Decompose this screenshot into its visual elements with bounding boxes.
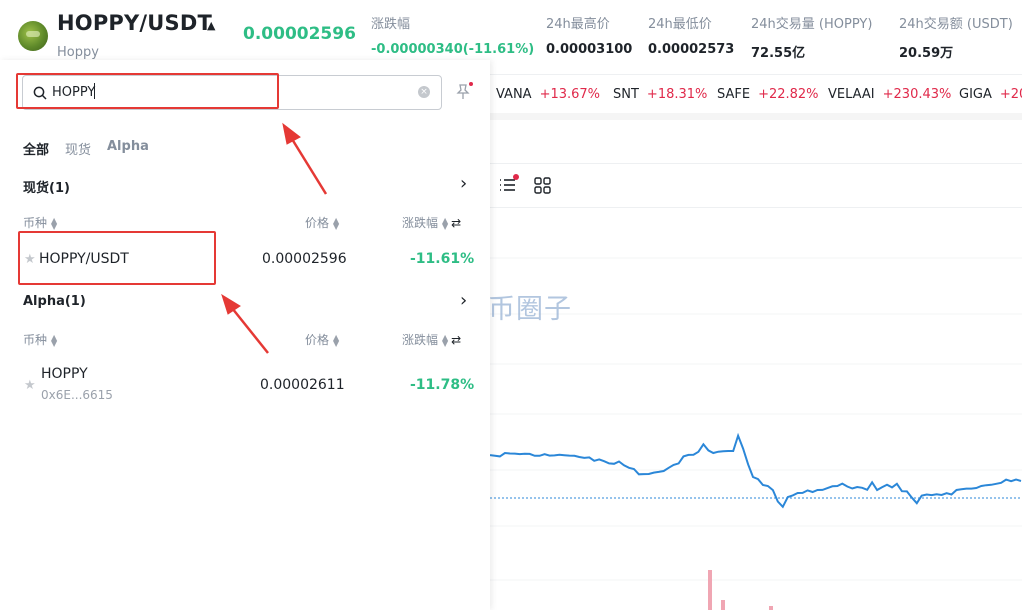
- pin-icon[interactable]: [456, 84, 470, 104]
- column-header-change[interactable]: 涨跌幅 ▲ ▼ ⇄: [402, 331, 461, 348]
- last-price: 0.00002596: [243, 24, 356, 44]
- ticker-item-vana[interactable]: VANA +13.67%: [496, 87, 600, 102]
- tab-all[interactable]: 全部: [23, 139, 49, 158]
- sort-icon: ▲ ▼: [442, 332, 449, 348]
- column-header-price[interactable]: 价格 ▲ ▼: [305, 214, 339, 231]
- ticker-symbol: SNT: [613, 87, 639, 102]
- ticker-symbol: GIGA: [959, 87, 992, 102]
- stat-label-turnover: 24h交易额 (USDT): [899, 17, 1013, 32]
- notification-dot: [513, 174, 519, 180]
- price-series-line: [490, 432, 1022, 509]
- ticker-change: +22.82%: [758, 87, 819, 102]
- column-header-change-label: 涨跌幅: [402, 333, 439, 347]
- row-change: -11.78%: [410, 377, 475, 393]
- alpha-expand-chevron-icon[interactable]: ›: [460, 290, 467, 311]
- column-header-coin-label: 币种: [23, 216, 48, 230]
- swap-icon[interactable]: ⇄: [451, 333, 461, 347]
- coin-name: Hoppy: [57, 45, 99, 60]
- watermark-text: 币圈子: [488, 294, 572, 325]
- notification-dot: [469, 82, 473, 86]
- stat-value-high: 0.00003100: [546, 42, 633, 57]
- divider: [490, 163, 1022, 164]
- ticker-symbol: VELAAI: [828, 87, 875, 102]
- ticker-item-giga[interactable]: GIGA +20: [959, 87, 1022, 102]
- annotation-highlight-box: [16, 73, 279, 109]
- volume-bar: [721, 600, 725, 610]
- pair-dropdown-caret-icon[interactable]: ▲: [207, 19, 215, 32]
- divider: [490, 74, 1022, 75]
- stat-label-change: 涨跌幅: [371, 17, 411, 32]
- stat-label-volume: 24h交易量 (HOPPY): [751, 17, 873, 32]
- tab-spot[interactable]: 现货: [65, 139, 91, 158]
- volume-bar: [769, 606, 773, 610]
- volume-bar: [708, 570, 712, 610]
- row-price: 0.00002611: [260, 377, 345, 393]
- price-line-chart[interactable]: [490, 208, 1022, 610]
- ticker-item-safe[interactable]: SAFE +22.82%: [717, 87, 819, 102]
- alpha-section-title: Alpha(1): [23, 294, 86, 309]
- coin-avatar: [18, 21, 48, 51]
- ticker-symbol: SAFE: [717, 87, 751, 102]
- stat-label-high: 24h最高价: [546, 17, 610, 32]
- ticker-item-velaai[interactable]: VELAAI +230.43%: [828, 87, 951, 102]
- sort-icon: ▲ ▼: [333, 215, 340, 231]
- stat-value-volume: 72.55亿: [751, 46, 806, 61]
- ticker-change: +20: [999, 87, 1022, 102]
- column-header-change[interactable]: 涨跌幅 ▲ ▼ ⇄: [402, 214, 461, 231]
- sort-icon: ▲ ▼: [442, 215, 449, 231]
- section-gap: [490, 113, 1022, 120]
- stat-label-low: 24h最低价: [648, 17, 712, 32]
- column-header-coin[interactable]: 币种 ▲ ▼: [23, 214, 57, 231]
- row-symbol: HOPPY: [41, 366, 88, 382]
- swap-icon[interactable]: ⇄: [451, 216, 461, 230]
- column-header-coin[interactable]: 币种 ▲ ▼: [23, 331, 57, 348]
- stat-value-turnover: 20.59万: [899, 46, 954, 61]
- sort-icon: ▲ ▼: [51, 215, 58, 231]
- column-header-coin-label: 币种: [23, 333, 48, 347]
- annotation-highlight-box: [18, 231, 216, 285]
- tab-alpha[interactable]: Alpha: [107, 139, 149, 154]
- sort-icon: ▲ ▼: [51, 332, 58, 348]
- ticker-change: +13.67%: [539, 87, 601, 102]
- spot-expand-chevron-icon[interactable]: ›: [460, 173, 467, 194]
- ticker-item-snt[interactable]: SNT +18.31%: [613, 87, 707, 102]
- sort-icon: ▲ ▼: [333, 332, 340, 348]
- row-change: -11.61%: [410, 251, 475, 267]
- indicator-list-icon[interactable]: [499, 177, 517, 197]
- column-header-change-label: 涨跌幅: [402, 216, 439, 230]
- ticker-change: +230.43%: [882, 87, 952, 102]
- row-contract-address: 0x6E...6615: [41, 388, 113, 402]
- layout-grid-icon[interactable]: [534, 177, 551, 198]
- column-header-price[interactable]: 价格 ▲ ▼: [305, 331, 339, 348]
- ticker-change: +18.31%: [646, 87, 708, 102]
- clear-search-icon[interactable]: ×: [418, 86, 430, 98]
- ticker-symbol: VANA: [496, 87, 532, 102]
- column-header-price-label: 价格: [305, 216, 330, 230]
- favorite-star-icon[interactable]: ★: [24, 378, 36, 393]
- column-header-price-label: 价格: [305, 333, 330, 347]
- row-price: 0.00002596: [262, 251, 347, 267]
- stat-value-change: -0.00000340(-11.61%): [371, 42, 535, 57]
- market-header: HOPPY/USDT ▲ Hoppy 0.00002596 涨跌幅 -0.000…: [0, 0, 1022, 62]
- pair-title[interactable]: HOPPY/USDT: [57, 11, 212, 35]
- search-dropdown-panel: HOPPY × 全部 现货 Alpha 现货(1) › 币种 ▲ ▼ 价格 ▲ ▼ 涨跌…: [0, 60, 490, 610]
- spot-section-title: 现货(1): [23, 181, 70, 196]
- stat-value-low: 0.00002573: [648, 42, 735, 57]
